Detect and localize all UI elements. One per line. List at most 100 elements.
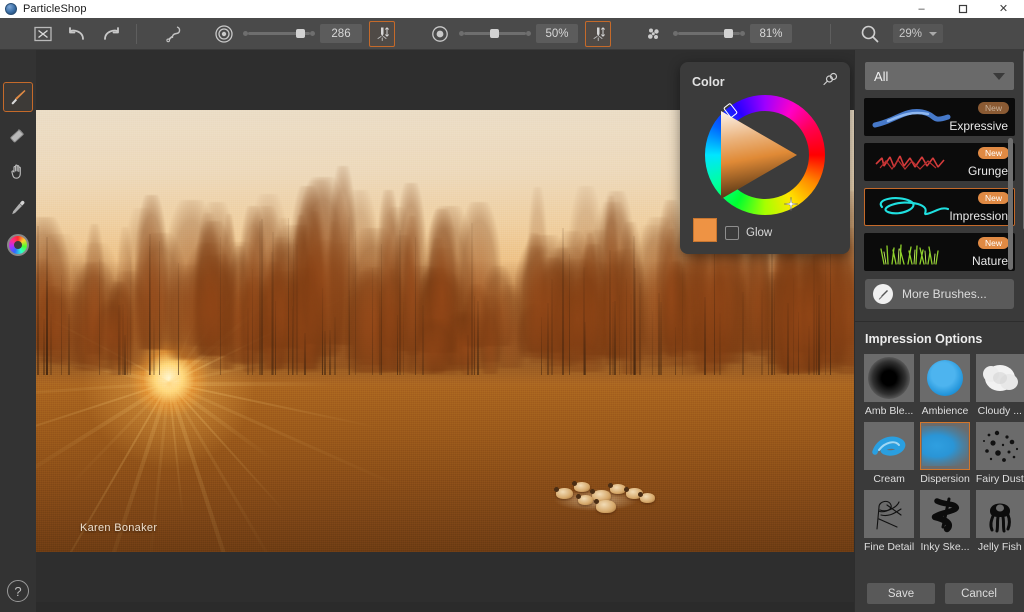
opacity-pressure-toggle[interactable] bbox=[585, 20, 611, 47]
tree bbox=[477, 294, 505, 362]
brush-option-inky-sketch[interactable]: Inky Ske... bbox=[920, 490, 970, 553]
maximize-button[interactable] bbox=[942, 0, 983, 18]
close-button[interactable]: ✕ bbox=[983, 0, 1024, 18]
brush-category-label: Grunge bbox=[967, 164, 1008, 178]
tree-trunk bbox=[158, 240, 161, 376]
option-thumbnail[interactable] bbox=[920, 422, 970, 470]
size-pressure-toggle[interactable] bbox=[369, 20, 395, 47]
pan-tool[interactable] bbox=[3, 156, 33, 186]
sheep bbox=[554, 487, 573, 499]
tree-trunk bbox=[119, 305, 122, 376]
tree bbox=[294, 179, 343, 356]
grain-slider-knob[interactable] bbox=[724, 29, 733, 38]
brush-category-grunge[interactable]: New Grunge bbox=[864, 143, 1015, 181]
tree bbox=[325, 220, 344, 353]
tree bbox=[217, 241, 264, 362]
option-thumbnail[interactable] bbox=[920, 490, 970, 538]
magnifier-icon[interactable] bbox=[855, 21, 885, 47]
brush-option-fairy-dust[interactable]: Fairy Dust bbox=[975, 422, 1024, 485]
particles-icon[interactable] bbox=[639, 21, 669, 47]
cancel-button[interactable]: Cancel bbox=[945, 583, 1013, 604]
tree bbox=[133, 233, 187, 350]
brush-filter-dropdown[interactable]: All bbox=[865, 62, 1014, 90]
current-color-swatch[interactable] bbox=[693, 218, 717, 242]
option-thumbnail[interactable] bbox=[975, 354, 1024, 402]
tree-trunk bbox=[639, 283, 641, 376]
opacity-slider[interactable] bbox=[459, 29, 531, 38]
tree bbox=[36, 259, 57, 357]
pin-icon[interactable] bbox=[822, 72, 840, 93]
nature-stroke-preview bbox=[880, 244, 939, 265]
brush-option-cream[interactable]: Cream bbox=[864, 422, 915, 485]
size-target-icon[interactable] bbox=[209, 21, 239, 47]
brush-category-nature[interactable]: New Nature bbox=[864, 233, 1015, 271]
clear-canvas-icon[interactable] bbox=[28, 21, 58, 47]
tree bbox=[512, 246, 562, 359]
sun-ray bbox=[167, 383, 254, 552]
zoom-level-dropdown[interactable]: 29% bbox=[893, 24, 944, 43]
brush-option-dispersion[interactable]: Dispersion bbox=[920, 422, 970, 485]
slider-cap-right bbox=[740, 31, 745, 36]
tree bbox=[305, 211, 325, 352]
tree bbox=[779, 266, 801, 373]
tree bbox=[617, 222, 645, 375]
option-thumbnail[interactable] bbox=[975, 422, 1024, 470]
tree bbox=[419, 273, 478, 349]
brush-list-scrollbar[interactable] bbox=[1008, 138, 1013, 270]
grain-slider[interactable] bbox=[673, 29, 745, 38]
minimize-button[interactable]: – bbox=[901, 0, 942, 18]
brush-option-amb-blend[interactable]: Amb Ble... bbox=[864, 354, 915, 417]
opacity-slider-knob[interactable] bbox=[490, 29, 499, 38]
tree bbox=[292, 214, 310, 349]
tree bbox=[458, 302, 476, 376]
color-panel[interactable]: Color Glow bbox=[680, 62, 850, 254]
eyedropper-tool[interactable] bbox=[3, 193, 33, 223]
sun-ray bbox=[36, 289, 170, 384]
glow-checkbox[interactable] bbox=[725, 226, 739, 240]
tree-trunk bbox=[719, 312, 721, 376]
option-thumbnail[interactable] bbox=[864, 422, 915, 470]
eraser-tool[interactable] bbox=[3, 119, 33, 149]
opacity-value[interactable]: 50% bbox=[536, 24, 578, 43]
brush-category-impression[interactable]: New Impression bbox=[864, 188, 1015, 226]
size-slider-knob[interactable] bbox=[296, 29, 305, 38]
brush-tool[interactable] bbox=[3, 82, 33, 112]
brush-option-cloudy[interactable]: Cloudy ... bbox=[975, 354, 1024, 417]
option-thumbnail[interactable] bbox=[920, 354, 970, 402]
brush-option-jelly-fish[interactable]: Jelly Fish bbox=[975, 490, 1024, 553]
opacity-icon[interactable] bbox=[425, 21, 455, 47]
brush-option-fine-detail[interactable]: Fine Detail bbox=[864, 490, 915, 553]
tree-trunk bbox=[324, 330, 326, 376]
brush-category-expressive[interactable]: New Expressive bbox=[864, 98, 1015, 136]
tree bbox=[417, 266, 454, 353]
triangle-cursor[interactable] bbox=[783, 196, 799, 216]
size-value[interactable]: 286 bbox=[320, 24, 362, 43]
tree-trunk bbox=[634, 268, 636, 376]
tree bbox=[515, 235, 576, 354]
help-button[interactable]: ? bbox=[7, 580, 29, 602]
brush-category-list: New Expressive New Grunge New Impression bbox=[864, 98, 1015, 271]
more-brushes-button[interactable]: More Brushes... bbox=[865, 279, 1014, 309]
tree bbox=[328, 165, 358, 346]
tree bbox=[107, 271, 150, 365]
size-slider[interactable] bbox=[243, 29, 315, 38]
color-tool[interactable] bbox=[3, 230, 33, 260]
option-label: Inky Ske... bbox=[920, 541, 970, 553]
tree-trunk bbox=[562, 228, 564, 376]
save-button[interactable]: Save bbox=[867, 583, 935, 604]
more-brushes-label: More Brushes... bbox=[902, 287, 987, 301]
brush-icon[interactable] bbox=[159, 21, 189, 47]
option-thumbnail[interactable] bbox=[864, 490, 915, 538]
option-thumbnail[interactable] bbox=[975, 490, 1024, 538]
zoom-level-value: 29% bbox=[899, 27, 923, 40]
redo-icon[interactable] bbox=[96, 21, 126, 47]
option-thumbnail[interactable] bbox=[864, 354, 915, 402]
tree-trunk bbox=[348, 217, 350, 376]
grain-value[interactable]: 81% bbox=[750, 24, 792, 43]
tree-trunk bbox=[396, 315, 399, 376]
undo-icon[interactable] bbox=[62, 21, 92, 47]
tree-trunk bbox=[274, 300, 277, 376]
glow-option[interactable]: Glow bbox=[725, 226, 772, 240]
tree-trunk bbox=[630, 294, 632, 376]
brush-option-ambience[interactable]: Ambience bbox=[920, 354, 970, 417]
